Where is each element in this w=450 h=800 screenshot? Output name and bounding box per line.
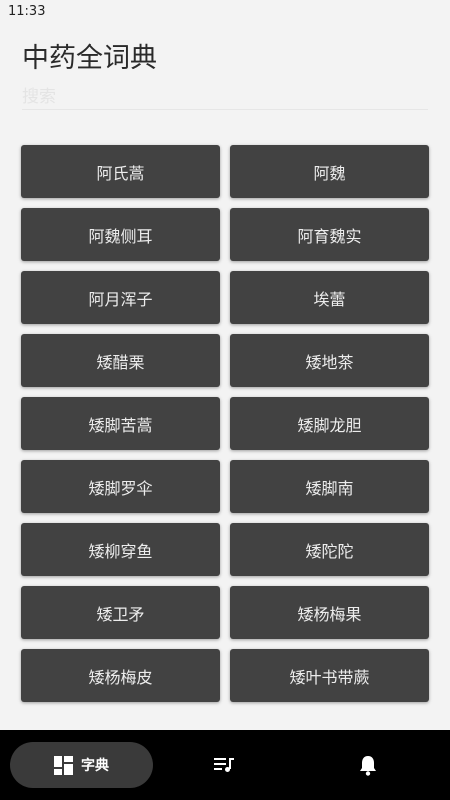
- herb-button[interactable]: 矮脚南: [230, 460, 429, 513]
- herb-button[interactable]: 埃蕾: [230, 271, 429, 324]
- herb-button[interactable]: 矮地茶: [230, 334, 429, 387]
- herb-grid: 阿氏蒿 阿魏 阿魏侧耳 阿育魏实 阿月浑子 埃蕾 矮醋栗 矮地茶 矮脚苦蒿 矮脚…: [21, 145, 429, 702]
- nav-item-notifications[interactable]: [352, 751, 384, 779]
- nav-item-playlist[interactable]: [206, 752, 242, 778]
- herb-button[interactable]: 阿育魏实: [230, 208, 429, 261]
- herb-button[interactable]: 矮柳穿鱼: [21, 523, 220, 576]
- herb-button[interactable]: 矮杨梅皮: [21, 649, 220, 702]
- status-bar-time: 11:33: [8, 4, 46, 19]
- herb-button[interactable]: 阿月浑子: [21, 271, 220, 324]
- search-input[interactable]: [22, 84, 428, 110]
- herb-button[interactable]: 阿氏蒿: [21, 145, 220, 198]
- herb-button[interactable]: 矮脚苦蒿: [21, 397, 220, 450]
- herb-button[interactable]: 矮卫矛: [21, 586, 220, 639]
- herb-button[interactable]: 矮叶书带蕨: [230, 649, 429, 702]
- herb-button[interactable]: 矮脚罗伞: [21, 460, 220, 513]
- nav-item-dictionary[interactable]: 字典: [10, 742, 153, 788]
- page-title: 中药全词典: [22, 43, 157, 74]
- nav-item-label: 字典: [81, 758, 109, 774]
- dashboard-icon: [54, 755, 73, 775]
- playlist-icon: [214, 757, 234, 773]
- herb-button[interactable]: 矮陀陀: [230, 523, 429, 576]
- bottom-nav: 字典: [0, 730, 450, 800]
- herb-button[interactable]: 阿魏侧耳: [21, 208, 220, 261]
- herb-button[interactable]: 矮杨梅果: [230, 586, 429, 639]
- bell-icon: [359, 755, 377, 776]
- herb-button[interactable]: 矮醋栗: [21, 334, 220, 387]
- herb-button[interactable]: 矮脚龙胆: [230, 397, 429, 450]
- herb-button[interactable]: 阿魏: [230, 145, 429, 198]
